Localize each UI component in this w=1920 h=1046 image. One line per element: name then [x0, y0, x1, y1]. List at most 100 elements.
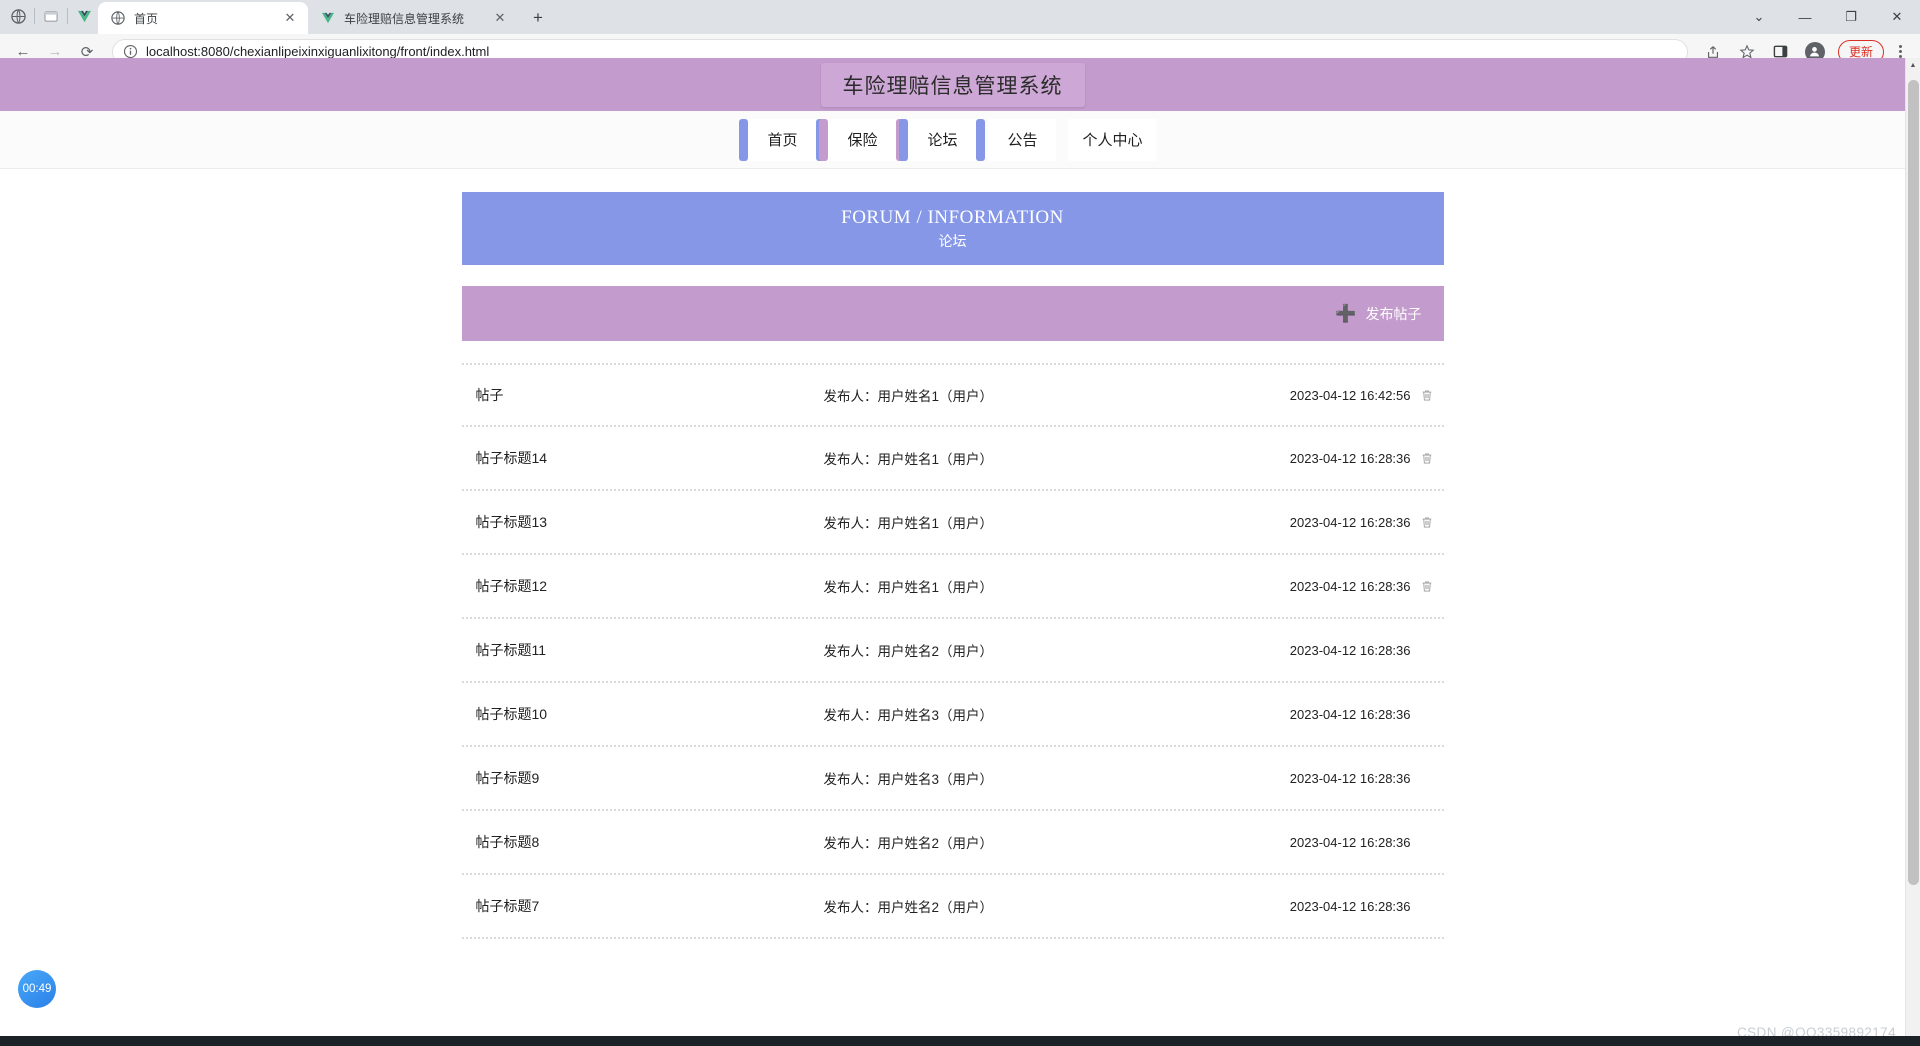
trash-icon[interactable] — [1420, 515, 1434, 530]
post-time-cell: 2023-04-12 16:28:36 — [1290, 771, 1434, 786]
post-row[interactable]: 帖子 发布人：用户姓名1（用户） 2023-04-12 16:42:56 — [461, 363, 1444, 427]
publish-post-button[interactable]: ➕ 发布帖子 — [1335, 304, 1421, 324]
post-time-cell: 2023-04-12 16:28:36 — [1290, 451, 1434, 466]
trash-icon[interactable] — [1420, 579, 1434, 594]
close-icon[interactable]: ✕ — [282, 10, 298, 26]
scrollbar-thumb[interactable] — [1908, 80, 1919, 885]
page-viewport: 车险理赔信息管理系统 首页 保险 论坛 公告 个人中心 FORUM / INFO… — [0, 58, 1920, 1046]
nav-item-home[interactable]: 首页 — [739, 118, 826, 161]
nav-item-label: 保险 — [847, 132, 878, 149]
post-author: 发布人：用户姓名3（用户） — [823, 708, 994, 723]
post-time-cell: 2023-04-12 16:42:56 — [1290, 388, 1434, 403]
post-timestamp: 2023-04-12 16:28:36 — [1289, 898, 1411, 914]
floating-timer-badge[interactable]: 00:49 — [18, 970, 56, 1008]
nav-bar-left — [899, 118, 909, 161]
tab-strip: 首页 ✕ 车险理赔信息管理系统 ✕ + ⌄ — ❐ ✕ — [0, 0, 1920, 34]
post-title[interactable]: 帖子标题13 — [476, 512, 806, 532]
post-row[interactable]: 帖子标题11 发布人：用户姓名2（用户） 2023-04-12 16:28:36 — [461, 619, 1444, 683]
info-circle-icon[interactable] — [123, 44, 138, 59]
page-content: FORUM / INFORMATION 论坛 ➕ 发布帖子 帖子发布人：用户姓名… — [0, 169, 1905, 939]
nav-bar-left — [1059, 119, 1068, 161]
tab-search-icon[interactable] — [37, 0, 65, 33]
post-author: 发布人：用户姓名1（用户） — [823, 580, 994, 595]
nav-item-label: 个人中心 — [1082, 132, 1143, 149]
post-timestamp: 2023-04-12 16:28:36 — [1289, 514, 1411, 530]
nav-bar-right — [1157, 119, 1166, 161]
post-row[interactable]: 帖子标题10 发布人：用户姓名3（用户） 2023-04-12 16:28:36 — [461, 683, 1444, 747]
scroll-up-arrow[interactable]: ▲ — [1906, 58, 1920, 73]
post-timestamp: 2023-04-12 16:28:36 — [1289, 770, 1411, 786]
post-time-cell: 2023-04-12 16:28:36 — [1290, 707, 1434, 722]
divider — [67, 8, 68, 24]
post-title[interactable]: 帖子标题12 — [476, 576, 806, 596]
post-timestamp: 2023-04-12 16:42:56 — [1289, 387, 1411, 403]
post-timestamp: 2023-04-12 16:28:36 — [1289, 834, 1411, 850]
post-time-cell: 2023-04-12 16:28:36 — [1290, 643, 1434, 658]
main-nav: 首页 保险 论坛 公告 个人中心 — [0, 111, 1905, 169]
os-taskbar — [0, 1036, 1920, 1046]
post-title[interactable]: 帖子标题7 — [476, 896, 806, 916]
nav-item-label: 论坛 — [927, 132, 958, 149]
banner-title-cn: 论坛 — [938, 232, 967, 249]
vue-icon — [320, 10, 336, 26]
post-title[interactable]: 帖子标题8 — [476, 832, 806, 852]
nav-item-announcement[interactable]: 公告 — [988, 118, 1057, 161]
tab-title: 首页 — [134, 11, 159, 26]
close-window-button[interactable]: ✕ — [1874, 0, 1920, 34]
new-tab-button[interactable]: + — [524, 4, 552, 32]
site-header: 车险理赔信息管理系统 — [0, 58, 1905, 111]
post-row[interactable]: 帖子标题14 发布人：用户姓名1（用户） 2023-04-12 16:28:36 — [461, 427, 1444, 491]
post-timestamp: 2023-04-12 16:28:36 — [1289, 642, 1411, 658]
post-title[interactable]: 帖子 — [476, 385, 806, 405]
kebab-menu-icon[interactable] — [1888, 45, 1912, 58]
url-text: localhost:8080/chexianlipeixinxiguanlixi… — [146, 44, 490, 59]
minimize-button[interactable]: — — [1782, 0, 1828, 34]
post-author: 发布人：用户姓名1（用户） — [823, 389, 994, 404]
post-time-cell: 2023-04-12 16:28:36 — [1290, 899, 1434, 914]
nav-item-label: 首页 — [767, 132, 798, 149]
nav-item-label: 公告 — [1007, 132, 1038, 149]
post-row[interactable]: 帖子标题8 发布人：用户姓名2（用户） 2023-04-12 16:28:36 — [461, 811, 1444, 875]
post-timestamp: 2023-04-12 16:28:36 — [1289, 578, 1411, 594]
tab-strip-left-icons — [4, 0, 98, 34]
nav-bar-left — [739, 118, 749, 161]
tab-claim-system[interactable]: 车险理赔信息管理系统 ✕ — [308, 2, 518, 34]
post-author: 发布人：用户姓名3（用户） — [823, 772, 994, 787]
divider — [34, 8, 35, 24]
close-icon[interactable]: ✕ — [492, 10, 508, 26]
post-timestamp: 2023-04-12 16:28:36 — [1289, 450, 1411, 466]
post-time-cell: 2023-04-12 16:28:36 — [1290, 579, 1434, 594]
maximize-button[interactable]: ❐ — [1828, 0, 1874, 34]
globe-icon — [110, 10, 126, 26]
window-controls: ⌄ — ❐ ✕ — [1736, 0, 1920, 34]
page-title: 车险理赔信息管理系统 — [820, 62, 1085, 107]
trash-icon[interactable] — [1420, 388, 1434, 403]
post-time-cell: 2023-04-12 16:28:36 — [1290, 515, 1434, 530]
post-list: 帖子 发布人：用户姓名1（用户） 2023-04-12 16:42:56 帖子标题14… — [461, 363, 1444, 939]
post-title[interactable]: 帖子标题10 — [476, 704, 806, 724]
post-time-cell: 2023-04-12 16:28:36 — [1290, 835, 1434, 850]
vertical-scrollbar[interactable]: ▲ ▼ — [1905, 58, 1920, 1046]
trash-icon[interactable] — [1420, 451, 1434, 466]
banner-title-en: FORUM / INFORMATION — [841, 206, 1064, 228]
tab-title: 车险理赔信息管理系统 — [344, 11, 465, 26]
chevron-down-icon[interactable]: ⌄ — [1736, 0, 1782, 34]
browser-app-icon — [4, 0, 32, 33]
vue-icon — [70, 0, 98, 33]
post-title[interactable]: 帖子标题11 — [476, 640, 806, 660]
nav-item-personal-center[interactable]: 个人中心 — [1068, 118, 1157, 161]
tab-home[interactable]: 首页 ✕ — [98, 2, 308, 34]
post-row[interactable]: 帖子标题12 发布人：用户姓名1（用户） 2023-04-12 16:28:36 — [461, 555, 1444, 619]
post-author: 发布人：用户姓名2（用户） — [823, 644, 994, 659]
post-row[interactable]: 帖子标题13 发布人：用户姓名1（用户） 2023-04-12 16:28:36 — [461, 491, 1444, 555]
post-title[interactable]: 帖子标题14 — [476, 448, 806, 468]
publish-bar: ➕ 发布帖子 — [461, 286, 1444, 341]
browser-window: 首页 ✕ 车险理赔信息管理系统 ✕ + ⌄ — ❐ ✕ ← → ⟳ localh… — [0, 0, 1920, 1046]
post-title[interactable]: 帖子标题9 — [476, 768, 806, 788]
nav-item-insurance[interactable]: 保险 — [819, 118, 906, 161]
nav-item-forum[interactable]: 论坛 — [899, 118, 986, 161]
post-author: 发布人：用户姓名2（用户） — [823, 836, 994, 851]
post-row[interactable]: 帖子标题9 发布人：用户姓名3（用户） 2023-04-12 16:28:36 — [461, 747, 1444, 811]
nav-bar-left — [979, 119, 988, 161]
post-row[interactable]: 帖子标题7 发布人：用户姓名2（用户） 2023-04-12 16:28:36 — [461, 875, 1444, 939]
